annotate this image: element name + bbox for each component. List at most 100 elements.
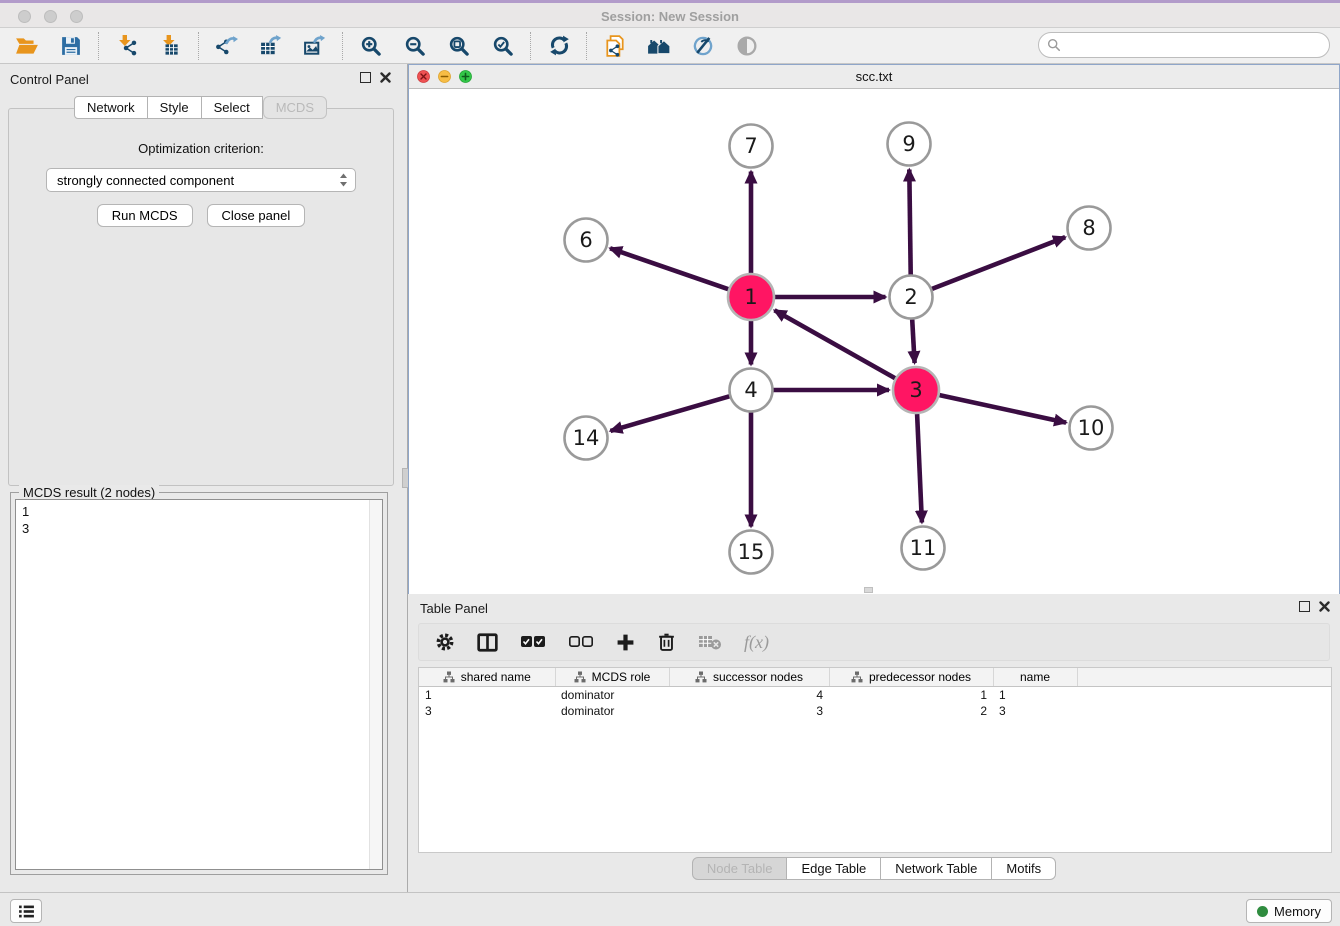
memory-button[interactable]: Memory (1246, 899, 1332, 923)
export-table-button[interactable] (258, 33, 284, 59)
save-session-icon (61, 36, 81, 56)
node-label: 7 (744, 134, 757, 158)
node-label: 8 (1082, 216, 1095, 240)
node-11[interactable]: 11 (902, 527, 945, 570)
add-column-button[interactable] (616, 633, 635, 652)
network-view-titlebar: scc.txt (409, 65, 1339, 89)
column-header-predecessor-nodes[interactable]: predecessor nodes (829, 668, 993, 687)
close-table-panel-icon[interactable] (1319, 601, 1330, 612)
zoom-in-button[interactable] (358, 33, 384, 59)
select-all-icon (520, 635, 546, 649)
memory-button-label: Memory (1274, 904, 1321, 919)
clone-network-button[interactable] (602, 33, 628, 59)
add-column-icon (616, 633, 635, 652)
node-15[interactable]: 15 (730, 531, 773, 574)
tree-icon (574, 671, 586, 683)
cell-MCDS-role[interactable]: dominator (555, 687, 669, 704)
cell-predecessor-nodes[interactable]: 1 (829, 687, 993, 704)
cell-name[interactable]: 3 (993, 703, 1077, 719)
node-2[interactable]: 2 (890, 276, 933, 319)
cell-empty (1077, 687, 1331, 704)
float-table-panel-icon[interactable] (1299, 601, 1310, 612)
network-canvas[interactable]: 7 9 6 8 1 2 4 3 14 10 15 11 (409, 89, 1339, 594)
search-input[interactable] (1061, 35, 1329, 55)
node-3[interactable]: 3 (893, 367, 939, 413)
tab-node-table[interactable]: Node Table (692, 857, 788, 880)
show-graphics-icon (736, 35, 758, 57)
deselect-all-icon (568, 635, 594, 649)
node-6[interactable]: 6 (565, 219, 608, 262)
node-4[interactable]: 4 (730, 369, 773, 412)
node-8[interactable]: 8 (1068, 207, 1111, 250)
main-toolbar (0, 28, 1340, 64)
function-builder-button: f(x) (744, 632, 769, 653)
column-header-shared-name[interactable]: shared name (419, 668, 555, 687)
result-scrollbar[interactable] (369, 500, 382, 869)
edge-4-14[interactable] (611, 396, 730, 431)
edge-2-8[interactable] (932, 237, 1065, 289)
cell-name[interactable]: 1 (993, 687, 1077, 704)
edge-3-11[interactable] (917, 414, 922, 523)
split-columns-button[interactable] (477, 633, 498, 652)
run-mcds-button[interactable]: Run MCDS (97, 204, 193, 227)
column-header-name[interactable]: name (993, 668, 1077, 687)
deselect-all-button[interactable] (568, 635, 594, 649)
mcds-result-list[interactable]: 13 (15, 499, 383, 870)
import-network-button[interactable] (114, 33, 140, 59)
export-image-button[interactable] (302, 33, 328, 59)
show-graphics-button[interactable] (734, 33, 760, 59)
column-header-MCDS-role[interactable]: MCDS role (555, 668, 669, 687)
zoom-fit-button[interactable] (446, 33, 472, 59)
zoom-selected-button[interactable] (490, 33, 516, 59)
node-14[interactable]: 14 (565, 417, 608, 460)
tab-style[interactable]: Style (148, 96, 202, 119)
tab-network[interactable]: Network (74, 96, 148, 119)
cell-successor-nodes[interactable]: 4 (669, 687, 829, 704)
network-graph[interactable]: 7 9 6 8 1 2 4 3 14 10 15 11 (409, 89, 1339, 594)
first-neighbors-button[interactable] (646, 33, 672, 59)
refresh-view-button[interactable] (546, 33, 572, 59)
toggle-birds-eye-button[interactable] (690, 33, 716, 59)
panel-splitter[interactable] (401, 64, 408, 892)
tab-select[interactable]: Select (202, 96, 263, 119)
optimization-criterion-select[interactable]: strongly connected component (46, 168, 356, 192)
cell-shared-name[interactable]: 1 (419, 687, 555, 704)
node-label: 15 (738, 540, 765, 564)
node-label: 1 (744, 285, 757, 309)
search-field[interactable] (1038, 32, 1330, 58)
close-panel-button[interactable]: Close panel (207, 204, 306, 227)
node-7[interactable]: 7 (730, 125, 773, 168)
canvas-splitter-handle[interactable] (864, 587, 873, 593)
edge-1-6[interactable] (610, 248, 728, 289)
gear-button[interactable] (435, 632, 455, 652)
edge-2-9[interactable] (909, 170, 910, 275)
tab-mcds[interactable]: MCDS (263, 96, 327, 119)
zoom-out-button[interactable] (402, 33, 428, 59)
tab-motifs[interactable]: Motifs (992, 857, 1056, 880)
edge-2-3[interactable] (912, 320, 914, 364)
float-panel-icon[interactable] (360, 72, 371, 83)
export-network-button[interactable] (214, 33, 240, 59)
node-9[interactable]: 9 (888, 123, 931, 166)
column-header-successor-nodes[interactable]: successor nodes (669, 668, 829, 687)
node-10[interactable]: 10 (1070, 407, 1113, 450)
delete-row-button[interactable] (657, 632, 676, 652)
cell-successor-nodes[interactable]: 3 (669, 703, 829, 719)
result-value: 1 (16, 500, 382, 520)
edge-3-1[interactable] (775, 310, 896, 378)
close-panel-icon[interactable] (380, 72, 391, 83)
task-history-button[interactable] (10, 899, 42, 923)
node-1[interactable]: 1 (728, 274, 774, 320)
application-window: Session: New Session Control Panel Netwo… (0, 0, 1340, 926)
open-session-button[interactable] (14, 33, 40, 59)
cell-MCDS-role[interactable]: dominator (555, 703, 669, 719)
cell-predecessor-nodes[interactable]: 2 (829, 703, 993, 719)
edge-3-10[interactable] (940, 395, 1067, 423)
cell-shared-name[interactable]: 3 (419, 703, 555, 719)
tab-edge-table[interactable]: Edge Table (787, 857, 881, 880)
tab-network-table[interactable]: Network Table (881, 857, 992, 880)
select-all-button[interactable] (520, 635, 546, 649)
open-session-icon (15, 36, 39, 56)
import-table-button[interactable] (158, 33, 184, 59)
save-session-button[interactable] (58, 33, 84, 59)
